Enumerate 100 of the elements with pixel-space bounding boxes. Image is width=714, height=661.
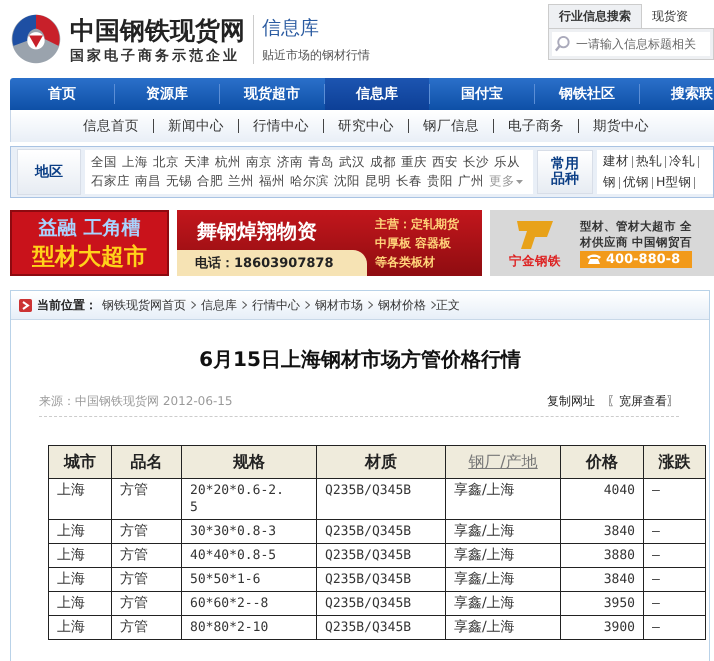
city-link[interactable]: 无锡 (166, 173, 192, 190)
city-link[interactable]: 武汉 (339, 154, 365, 171)
table-cell: 享鑫/上海 (446, 568, 560, 592)
city-link[interactable]: 长春 (396, 173, 422, 190)
table-cell: 3950 (560, 592, 644, 616)
table-cell: 享鑫/上海 (446, 616, 560, 640)
chevron-icon (191, 301, 196, 309)
region-label: 地区 (17, 149, 81, 195)
city-link[interactable]: 长沙 (463, 154, 489, 171)
city-link[interactable]: 乐从 (494, 154, 520, 171)
city-link[interactable]: 广州 (458, 173, 484, 190)
table-cell: 享鑫/上海 (446, 478, 560, 520)
city-link[interactable]: 上海 (122, 154, 148, 171)
banner-text: 型材、管材大超市 全 (580, 218, 692, 234)
city-link[interactable]: 西安 (432, 154, 458, 171)
breadcrumb-link[interactable]: 信息库 (201, 296, 237, 314)
table-cell: — (644, 568, 706, 592)
city-link[interactable]: 北京 (153, 154, 179, 171)
table-cell: 享鑫/上海 (446, 520, 560, 544)
site-slogan: 国家电子商务示范企业 (70, 46, 241, 64)
city-link[interactable]: 成都 (370, 154, 396, 171)
article-action-link[interactable]: 〖宽屏查看〗 (607, 393, 679, 410)
table-cell: 方管 (112, 568, 182, 592)
breadcrumb-link[interactable]: 行情中心 (252, 296, 300, 314)
sub-nav-link[interactable]: 钢厂信息 (423, 117, 479, 135)
table-cell: 上海 (48, 520, 112, 544)
city-link[interactable]: 哈尔滨 (290, 173, 329, 190)
banner-headline: 益融 工角槽 (38, 216, 140, 240)
sub-nav-link[interactable]: 电子商务 (508, 117, 564, 135)
city-link[interactable]: 青岛 (308, 154, 334, 171)
city-link[interactable]: 合肥 (197, 173, 223, 190)
nav-tab[interactable]: 国付宝 (430, 78, 534, 110)
arrow-icon (19, 298, 32, 312)
city-link[interactable]: 昆明 (365, 173, 391, 190)
variety-link[interactable]: 钢 (603, 174, 616, 191)
breadcrumb-link[interactable]: 钢材市场 (315, 296, 363, 314)
search-tab[interactable]: 行业信息搜索 (548, 4, 642, 28)
ad-banner[interactable]: 舞钢焯翔物资 电话：18603907878 主营：定轧期货 中厚板 容器板 等各类板材 (177, 210, 482, 276)
sub-nav-link[interactable]: 研究中心 (338, 117, 394, 135)
variety-link[interactable]: 冷轧 (669, 153, 695, 170)
nav-tab[interactable]: 资源库 (115, 78, 219, 110)
nav-tab[interactable]: 现货超市 (220, 78, 324, 110)
column-header: 品名 (112, 446, 182, 478)
banner-text: 中厚板 容器板 (375, 234, 452, 252)
city-link[interactable]: 南昌 (135, 173, 161, 190)
nav-tab[interactable]: 信息库 (325, 78, 429, 110)
column-header: 材质 (316, 446, 446, 478)
breadcrumb-link[interactable]: 钢材价格 (378, 296, 426, 314)
sub-nav-link[interactable]: 行情中心 (253, 117, 309, 135)
table-cell: Q235B/Q345B (316, 520, 446, 544)
chevron-icon (305, 301, 310, 309)
city-link[interactable]: 天津 (184, 154, 210, 171)
sub-nav-link[interactable]: 信息首页 (83, 117, 139, 135)
ad-banner[interactable]: 宁金钢铁 型材、管材大超市 全 材供应商 中国钢贸百 400-880-8 (490, 210, 714, 276)
table-cell: — (644, 616, 706, 640)
article-action-link[interactable]: 复制网址 (547, 393, 595, 410)
city-link[interactable]: 兰州 (228, 173, 254, 190)
table-cell: 享鑫/上海 (446, 592, 560, 616)
table-cell: 50*50*1-6 (182, 568, 316, 592)
column-header[interactable]: 钢厂/产地 (446, 446, 560, 478)
table-cell: 30*30*0.8-3 (182, 520, 316, 544)
sub-nav-link[interactable]: 期货中心 (593, 117, 649, 135)
breadcrumb-link[interactable]: 钢铁现货网首页 (102, 296, 186, 314)
city-link[interactable]: 济南 (277, 154, 303, 171)
city-link[interactable]: 石家庄 (91, 173, 130, 190)
table-cell: 3840 (560, 520, 644, 544)
table-cell: 20*20*0.6-2.5 (182, 478, 316, 520)
sub-nav-link[interactable]: 新闻中心 (168, 117, 224, 135)
variety-label: 常用品种 (537, 150, 593, 194)
table-cell: 40*40*0.8-5 (182, 544, 316, 568)
chevron-icon (368, 301, 373, 309)
table-cell: — (644, 520, 706, 544)
city-link[interactable]: 贵阳 (427, 173, 453, 190)
breadcrumb-link[interactable]: 正文 (436, 296, 460, 314)
variety-link[interactable]: H型钢 (656, 174, 692, 191)
search-field[interactable]: 一请输入信息标题相关 (548, 28, 714, 60)
city-link[interactable]: 沈阳 (334, 173, 360, 190)
city-link[interactable]: 重庆 (401, 154, 427, 171)
table-cell: 上海 (48, 478, 112, 520)
ad-banner[interactable]: 益融 工角槽 型材大超市 (10, 210, 169, 276)
table-cell: Q235B/Q345B (316, 592, 446, 616)
nav-tab[interactable]: 首页 (10, 78, 114, 110)
table-cell: 上海 (48, 544, 112, 568)
table-cell: 上海 (48, 616, 112, 640)
nav-tab[interactable]: 钢铁社区 (535, 78, 639, 110)
variety-link[interactable]: 建材 (603, 153, 629, 170)
city-link[interactable]: 南京 (246, 154, 272, 171)
breadcrumb-label: 当前位置： (37, 296, 97, 314)
variety-link[interactable]: 优钢 (623, 174, 649, 191)
city-link[interactable]: 福州 (259, 173, 285, 190)
city-link[interactable]: 杭州 (215, 154, 241, 171)
table-cell: — (644, 478, 706, 520)
table-cell: 3880 (560, 544, 644, 568)
column-header: 价格 (560, 446, 644, 478)
city-link[interactable]: 全国 (91, 154, 117, 171)
variety-link[interactable]: 热轧 (636, 153, 662, 170)
table-cell: 方管 (112, 544, 182, 568)
section-subtitle: 贴近市场的钢材行情 (262, 46, 370, 64)
nav-tab[interactable]: 搜索联 (640, 78, 714, 110)
search-icon (554, 35, 571, 53)
